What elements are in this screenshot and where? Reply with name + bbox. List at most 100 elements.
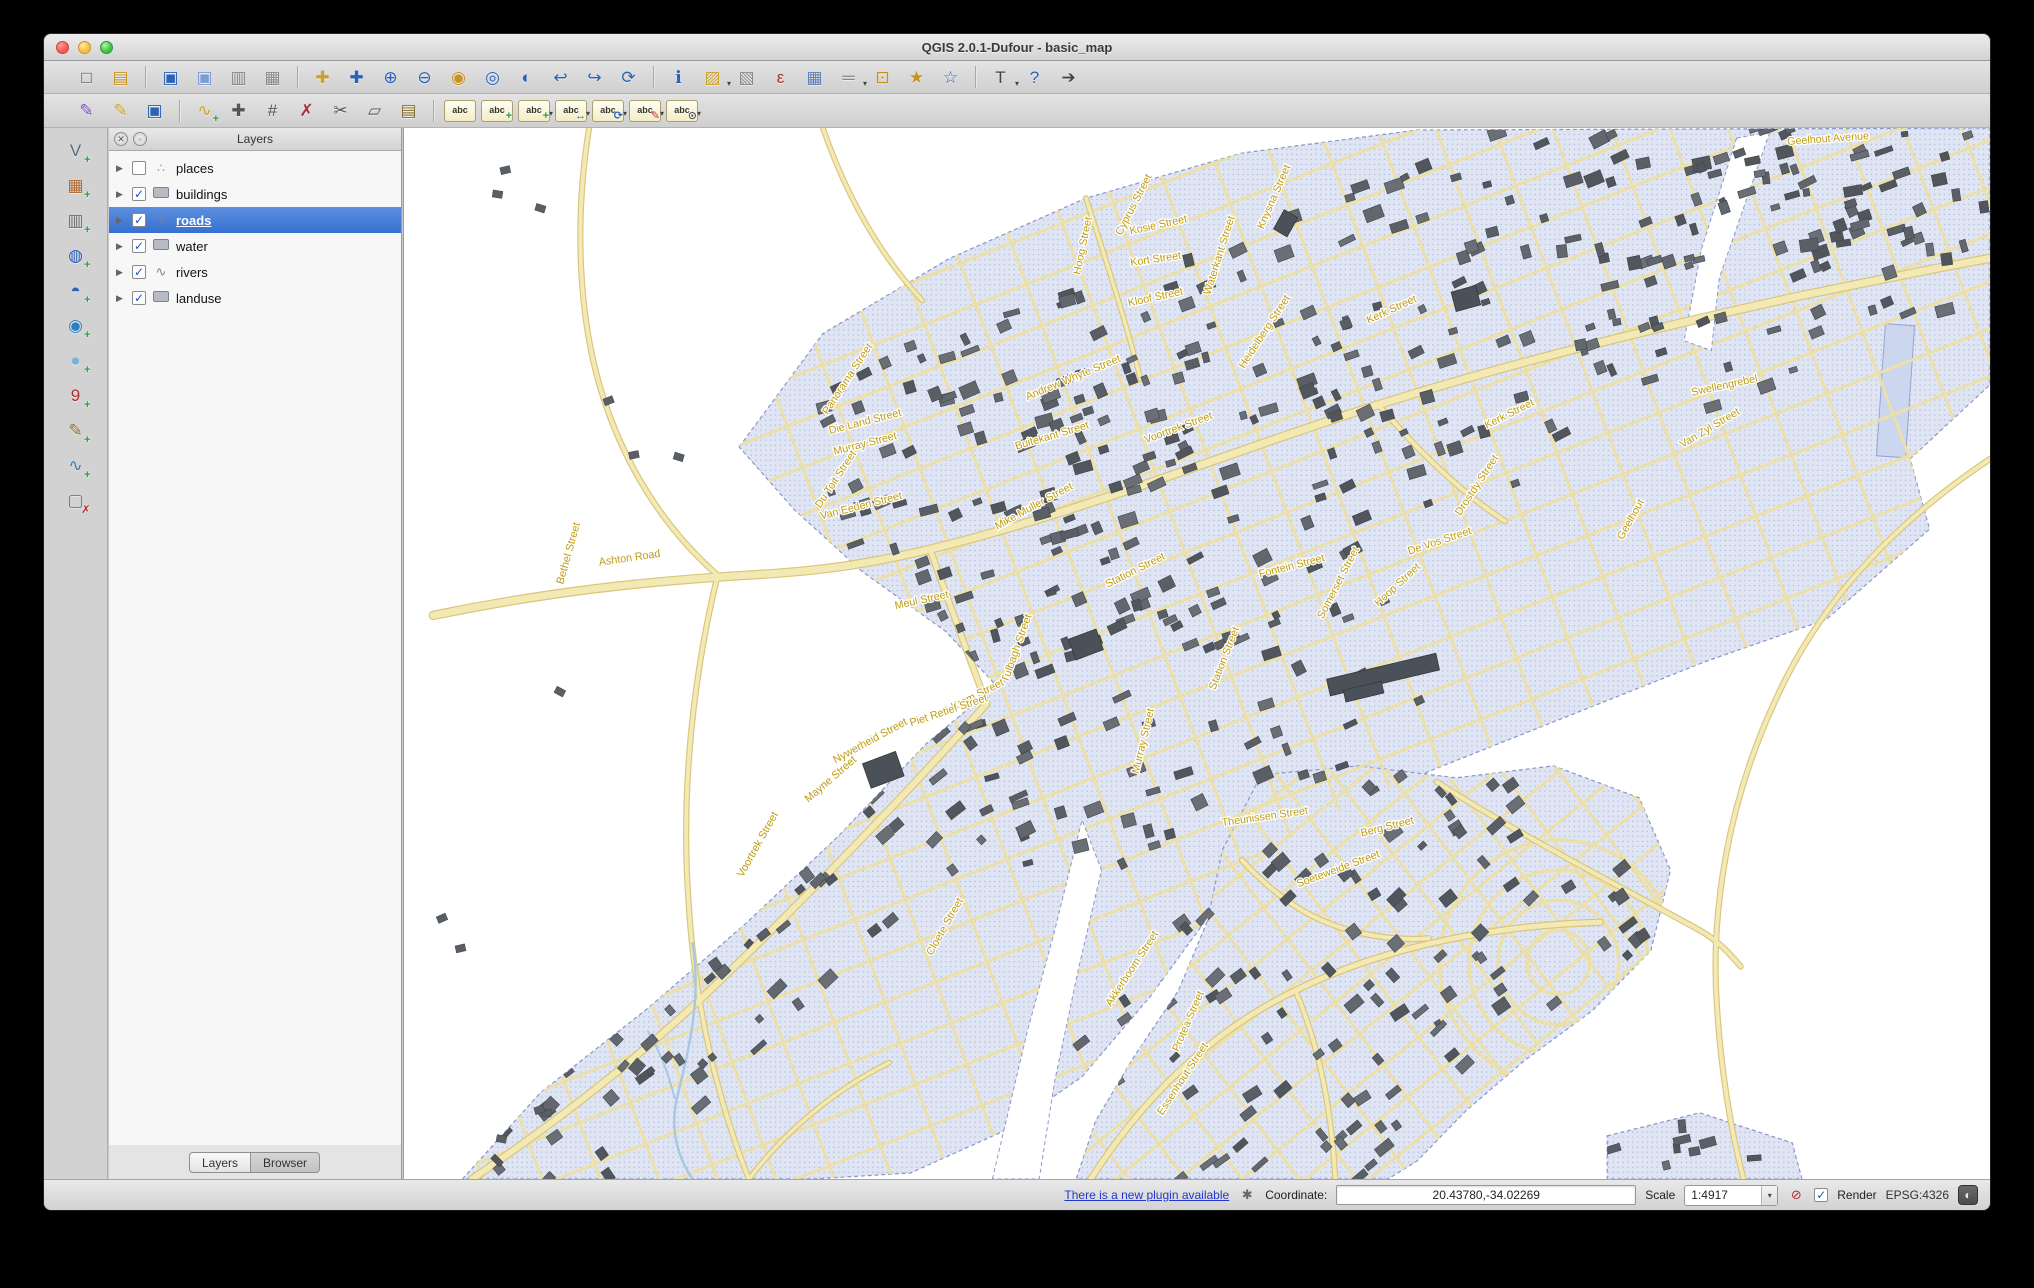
badge-icon: + [213, 114, 219, 125]
move-feature-button[interactable]: ✚ [224, 97, 253, 124]
crs-status-icon[interactable]: ◐ [1958, 1185, 1978, 1205]
text-annotation-button[interactable]: T▾ [986, 64, 1015, 91]
zoom-out-icon: ⊖ [417, 69, 431, 86]
cut-features-button[interactable]: ✂ [326, 97, 355, 124]
expand-triangle-icon[interactable]: ▶ [116, 163, 127, 174]
layer-item-roads[interactable]: ▶✓roads [109, 207, 401, 233]
label-rotate-button[interactable]: abc⟳▾ [592, 100, 624, 122]
add-spatialite-db-layer-button[interactable]: ●+ [61, 346, 91, 375]
measure-button[interactable]: ═▾ [834, 64, 863, 91]
close-window-button[interactable] [56, 41, 69, 54]
zoom-out-button[interactable]: ⊖ [410, 64, 439, 91]
add-wfs-layer-button[interactable]: ∿+ [61, 451, 91, 480]
label-change-button[interactable]: abc✎▾ [629, 100, 661, 122]
new-plugin-link[interactable]: There is a new plugin available [1064, 1188, 1229, 1202]
add-mssql-layer-button[interactable]: 9+ [61, 381, 91, 410]
whats-this-button[interactable]: ➔ [1054, 64, 1083, 91]
map-tips-button[interactable]: ⊡ [868, 64, 897, 91]
node-tool-button[interactable]: # [258, 97, 287, 124]
coordinate-input[interactable] [1336, 1185, 1636, 1205]
expand-triangle-icon[interactable]: ▶ [116, 241, 127, 252]
select-by-expression-button[interactable]: ε [766, 64, 795, 91]
chevron-down-icon: ▾ [549, 109, 553, 118]
label-add-button[interactable]: abc+ [481, 100, 513, 122]
layer-visibility-checkbox[interactable]: ✓ [132, 239, 146, 253]
new-shapefile-layer-button[interactable]: ▥+ [61, 206, 91, 235]
delete-selected-button[interactable]: ✗ [292, 97, 321, 124]
save-project-as-button[interactable]: ▣ [190, 64, 219, 91]
panel-close-button[interactable]: ✕ [114, 132, 128, 146]
plugin-icon[interactable]: ✱ [1238, 1186, 1256, 1204]
layer-item-places[interactable]: ▶places [109, 155, 401, 181]
stop-render-icon[interactable]: ⊘ [1787, 1186, 1805, 1204]
layer-visibility-checkbox[interactable]: ✓ [132, 213, 146, 227]
tab-layers[interactable]: Layers [189, 1152, 251, 1173]
new-project-icon: □ [81, 69, 91, 86]
panel-tabs: Layers Browser [189, 1152, 320, 1173]
zoom-last-button[interactable]: ↩ [546, 64, 575, 91]
add-wms-layer-button[interactable]: ◉+ [61, 311, 91, 340]
toggle-editing-button[interactable]: ✎ [106, 97, 135, 124]
add-feature-button[interactable]: ∿+ [190, 97, 219, 124]
layer-visibility-checkbox[interactable] [132, 161, 146, 175]
layer-item-rivers[interactable]: ▶ ✓ rivers [109, 259, 401, 285]
scale-combo[interactable]: 1:4917 ▾ [1684, 1185, 1778, 1206]
show-bookmarks-button[interactable]: ☆ [936, 64, 965, 91]
label-move-button[interactable]: abc↔▾ [555, 100, 587, 122]
current-edits-button[interactable]: ✎ [72, 97, 101, 124]
layer-visibility-checkbox[interactable]: ✓ [132, 187, 146, 201]
map-canvas[interactable]: Geelhout AvenueCyprus StreetKnysna Stree… [404, 128, 1990, 1179]
save-layer-edits-button[interactable]: ▣ [140, 97, 169, 124]
title-bar[interactable]: QGIS 2.0.1-Dufour - basic_map [44, 34, 1990, 61]
help-button[interactable]: ? [1020, 64, 1049, 91]
label-pin-button[interactable]: abc⊙▾ [666, 100, 698, 122]
expand-triangle-icon[interactable]: ▶ [116, 293, 127, 304]
zoom-to-layer-icon: ◐ [521, 69, 531, 86]
open-attribute-table-button[interactable]: ▦ [800, 64, 829, 91]
select-features-icon: ▨ [704, 69, 720, 86]
add-oracle-layer-button[interactable]: ✎+ [61, 416, 91, 445]
new-project-button[interactable]: □ [72, 64, 101, 91]
layer-visibility-checkbox[interactable]: ✓ [132, 265, 146, 279]
layer-item-landuse[interactable]: ▶✓landuse [109, 285, 401, 311]
expand-triangle-icon[interactable]: ▶ [116, 215, 127, 226]
composer-manager-button[interactable]: ▦ [258, 64, 287, 91]
identify-features-button[interactable]: ℹ [664, 64, 693, 91]
new-spatialite-layer-button[interactable]: ◍+ [61, 241, 91, 270]
layer-item-buildings[interactable]: ▶✓buildings [109, 181, 401, 207]
expand-triangle-icon[interactable]: ▶ [116, 267, 127, 278]
labeling-button[interactable]: abc [444, 100, 476, 122]
new-bookmark-button[interactable]: ★ [902, 64, 931, 91]
zoom-in-button[interactable]: ⊕ [376, 64, 405, 91]
open-project-button[interactable]: ▤ [106, 64, 135, 91]
render-checkbox[interactable]: ✓ [1814, 1188, 1828, 1202]
remove-layer-button[interactable]: ▢✗ [61, 486, 91, 515]
paste-features-button[interactable]: ▤ [394, 97, 423, 124]
zoom-to-selection-button[interactable]: ◎ [478, 64, 507, 91]
layer-visibility-checkbox[interactable]: ✓ [132, 291, 146, 305]
add-vector-layer-button[interactable]: V+ [61, 136, 91, 165]
minimize-window-button[interactable] [78, 41, 91, 54]
chevron-down-icon[interactable]: ▾ [1761, 1186, 1777, 1205]
tab-browser[interactable]: Browser [251, 1152, 320, 1173]
label-add-point-button[interactable]: abc+▾ [518, 100, 550, 122]
add-raster-layer-button[interactable]: ▦+ [61, 171, 91, 200]
refresh-map-button[interactable]: ⟳ [614, 64, 643, 91]
copy-features-button[interactable]: ▱ [360, 97, 389, 124]
pan-map-button[interactable]: ✚ [308, 64, 337, 91]
layer-name: rivers [176, 265, 208, 280]
manage-layers-toolbar: V+ ▦+ ▥+ ◍+ ◓+ ◉+ ●+ 9+ ✎+ ∿+ ▢✗ [44, 128, 108, 1179]
layer-item-water[interactable]: ▶✓water [109, 233, 401, 259]
save-project-button[interactable]: ▣ [156, 64, 185, 91]
panel-float-button[interactable]: ▫ [133, 132, 147, 146]
pan-to-selection-button[interactable]: ✚ [342, 64, 371, 91]
zoom-window-button[interactable] [100, 41, 113, 54]
zoom-next-button[interactable]: ↪ [580, 64, 609, 91]
select-features-button[interactable]: ▨▾ [698, 64, 727, 91]
zoom-to-layer-button[interactable]: ◐ [512, 64, 541, 91]
expand-triangle-icon[interactable]: ▶ [116, 189, 127, 200]
add-postgis-layer-button[interactable]: ◓+ [61, 276, 91, 305]
zoom-full-button[interactable]: ◉ [444, 64, 473, 91]
deselect-features-button[interactable]: ▧ [732, 64, 761, 91]
new-print-composer-button[interactable]: ▥ [224, 64, 253, 91]
